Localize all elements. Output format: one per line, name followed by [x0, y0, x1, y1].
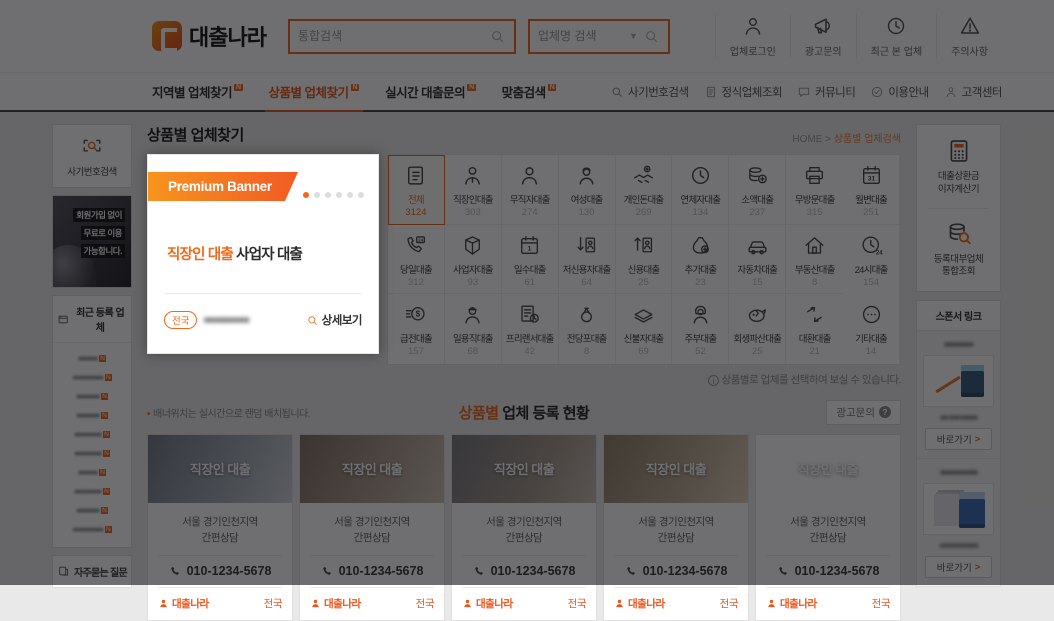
brand-name: 대출나라 — [780, 596, 817, 611]
person-icon — [310, 598, 321, 609]
card-region-badge: 전국 — [720, 596, 738, 611]
brand-name: 대출나라 — [324, 596, 361, 611]
premium-banner[interactable]: Premium Banner 직장인 대출 사업자 대출 전국 ■■■■■■■■… — [147, 154, 379, 354]
brand-name: 대출나라 — [172, 596, 209, 611]
card-divider — [462, 587, 586, 588]
banner-company-blurred: ■■■■■■■■■ — [203, 315, 305, 326]
card-brand: 대출나라 — [310, 596, 361, 611]
card-divider — [310, 587, 434, 588]
pagination-dot[interactable] — [347, 192, 353, 198]
card-region-badge: 전국 — [568, 596, 586, 611]
banner-divider — [165, 293, 361, 294]
banner-title: 직장인 대출 사업자 대출 — [167, 243, 302, 264]
card-brand: 대출나라 — [158, 596, 209, 611]
pagination-dot[interactable] — [303, 192, 309, 198]
person-icon — [462, 598, 473, 609]
brand-name: 대출나라 — [628, 596, 665, 611]
search-icon — [306, 314, 319, 327]
brand-name: 대출나라 — [476, 596, 513, 611]
banner-detail-link[interactable]: 상세보기 — [306, 312, 362, 328]
card-brand: 대출나라 — [614, 596, 665, 611]
person-icon — [614, 598, 625, 609]
banner-title-rest: 사업자 대출 — [233, 247, 302, 263]
person-icon — [766, 598, 777, 609]
person-icon — [158, 598, 169, 609]
banner-title-highlight: 직장인 대출 — [167, 247, 233, 263]
card-divider — [158, 587, 282, 588]
card-region-badge: 전국 — [264, 596, 282, 611]
detail-link-label: 상세보기 — [322, 312, 362, 328]
premium-banner-ribbon: Premium Banner — [148, 172, 298, 201]
card-divider — [614, 587, 738, 588]
card-divider — [766, 587, 890, 588]
pagination-dot[interactable] — [325, 192, 331, 198]
card-region-badge: 전국 — [416, 596, 434, 611]
region-badge: 전국 — [164, 311, 197, 329]
card-region-badge: 전국 — [872, 596, 890, 611]
pagination-dot[interactable] — [336, 192, 342, 198]
pagination-dot[interactable] — [314, 192, 320, 198]
card-brand: 대출나라 — [462, 596, 513, 611]
card-brand: 대출나라 — [766, 596, 817, 611]
banner-pagination-dots — [303, 192, 364, 198]
pagination-dot[interactable] — [358, 192, 364, 198]
